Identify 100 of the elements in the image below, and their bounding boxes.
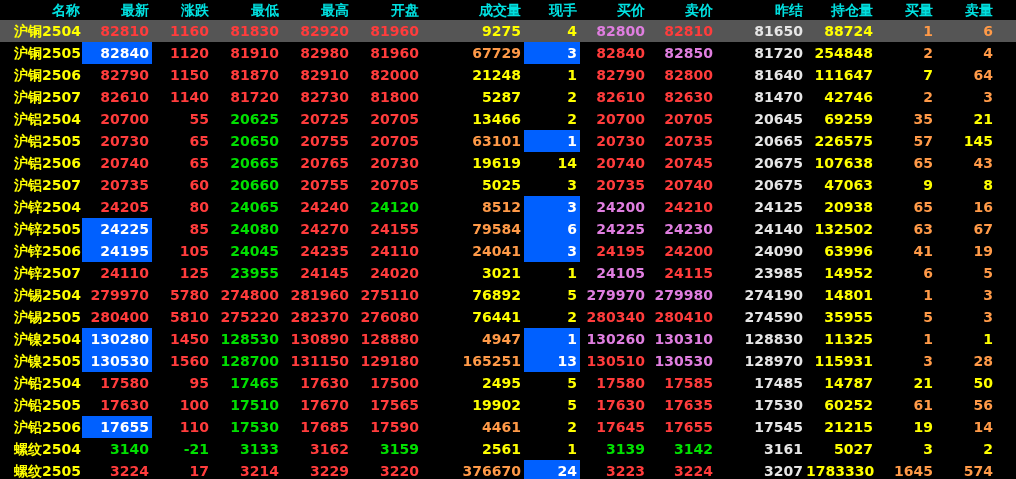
table-cell: 17485	[754, 375, 803, 391]
table-cell: 24080	[230, 221, 279, 237]
table-row[interactable]: 沪铝2504 20700 55 20625 20725 20705 13466 2 20700 20705 20645 69259 35 21	[0, 108, 1016, 130]
column-header[interactable]: 开盘	[352, 0, 422, 20]
table-cell: 14952	[824, 265, 873, 281]
table-row[interactable]: 沪锡2504 279970 5780 274800 281960 275110 76892 5 279970 279980 274190 14801 1 3	[0, 284, 1016, 306]
column-header[interactable]: 最高	[282, 0, 352, 20]
table-row[interactable]: 沪铜2506 82790 1150 81870 82910 82000 21248 1 82790 82800 81640 111647 7 64	[0, 64, 1016, 86]
table-cell: 1	[923, 23, 933, 39]
table-cell: 128880	[360, 331, 419, 347]
column-header[interactable]: 最新	[82, 0, 152, 20]
table-cell: 20650	[230, 133, 279, 149]
table-cell: 24195	[596, 243, 645, 259]
table-cell: 3	[923, 353, 933, 369]
table-cell: 24225	[596, 221, 645, 237]
table-row[interactable]: 沪镍2505 130530 1560 128700 131150 129180 165251 13 130510 130530 128970 115931 3 28	[0, 350, 1016, 372]
table-row[interactable]: 沪锌2504 24205 80 24065 24240 24120 8512 3 24200 24210 24125 20938 65 16	[0, 196, 1016, 218]
column-header[interactable]: 最低	[212, 0, 282, 20]
table-row[interactable]: 沪铝2506 20740 65 20665 20765 20730 19619 14 20740 20745 20675 107638 65 43	[0, 152, 1016, 174]
highlighted-cell: 280400	[90, 309, 149, 325]
highlighted-cell: 1	[567, 133, 577, 149]
table-row[interactable]: 螺纹2504 3140 -21 3133 3162 3159 2561 1 3139 3142 3161 5027 3 2	[0, 438, 1016, 460]
highlighted-cell: 3	[567, 45, 577, 61]
table-row[interactable]: 沪锌2507 24110 125 23955 24145 24020 3021 1 24105 24115 23985 14952 6 5	[0, 262, 1016, 284]
table-cell: 20730	[370, 155, 419, 171]
table-cell: 3159	[380, 441, 419, 457]
table-cell: 28	[973, 353, 993, 369]
table-cell: 105	[179, 243, 209, 259]
table-cell: 24110	[370, 243, 419, 259]
contract-name: 沪铝2505	[14, 133, 81, 149]
table-cell: 82800	[596, 23, 645, 39]
contract-name: 沪锌2506	[14, 243, 81, 259]
contract-name: 沪锌2505	[14, 221, 81, 237]
table-row[interactable]: 沪铜2505 82840 1120 81910 82980 81960 67729 3 82840 82850 81720 254848 2 4	[0, 42, 1016, 64]
table-cell: 3214	[240, 463, 279, 479]
table-row[interactable]: 沪铝2507 20735 60 20660 20755 20705 5025 3 20735 20740 20675 47063 9 8	[0, 174, 1016, 196]
table-cell: 24155	[370, 221, 419, 237]
column-header[interactable]: 买价	[580, 0, 648, 20]
table-cell: 9	[923, 177, 933, 193]
table-row[interactable]: 沪铅2504 17580 95 17465 17630 17500 2495 5 17580 17585 17485 14787 21 50	[0, 372, 1016, 394]
table-cell: 17465	[230, 375, 279, 391]
table-cell: 254848	[814, 45, 873, 61]
table-cell: 110	[179, 419, 209, 435]
table-cell: 82630	[664, 89, 713, 105]
column-header[interactable]: 买量	[876, 0, 936, 20]
highlighted-cell: 20735	[100, 177, 149, 193]
table-cell: 11325	[824, 331, 873, 347]
column-header[interactable]: 卖量	[936, 0, 996, 20]
table-row[interactable]: 沪锡2505 280400 5810 275220 282370 276080 76441 2 280340 280410 274590 35955 5 3	[0, 306, 1016, 328]
highlighted-cell: 6	[567, 221, 577, 237]
table-row[interactable]: 沪锌2505 24225 85 24080 24270 24155 79584 6 24225 24230 24140 132502 63 67	[0, 218, 1016, 240]
table-cell: 1120	[170, 45, 209, 61]
column-header[interactable]: 成交量	[422, 0, 524, 20]
table-cell: 21	[913, 375, 933, 391]
highlighted-cell: 3	[567, 199, 577, 215]
column-header[interactable]: 涨跌	[152, 0, 212, 20]
table-row[interactable]: 沪铅2505 17630 100 17510 17670 17565 19902 5 17630 17635 17530 60252 61 56	[0, 394, 1016, 416]
table-cell: 20705	[370, 177, 419, 193]
table-cell: 2	[923, 45, 933, 61]
table-cell: 65	[189, 155, 209, 171]
contract-name: 沪镍2505	[14, 353, 81, 369]
table-cell: 279970	[586, 287, 645, 303]
table-cell: 20765	[300, 155, 349, 171]
table-cell: 279980	[654, 287, 713, 303]
column-header[interactable]: 卖价	[648, 0, 716, 20]
column-header[interactable]: 持仓量	[806, 0, 876, 20]
table-row[interactable]: 沪镍2504 130280 1450 128530 130890 128880 4947 1 130260 130310 128830 11325 1 1	[0, 328, 1016, 350]
table-row[interactable]: 沪铝2505 20730 65 20650 20755 20705 63101 1 20730 20735 20665 226575 57 145	[0, 130, 1016, 152]
column-header[interactable]: 昨结	[716, 0, 806, 20]
highlighted-cell: 24110	[100, 265, 149, 281]
contract-name: 沪铜2505	[14, 45, 81, 61]
highlighted-cell: 130530	[90, 353, 149, 369]
highlighted-cell: 82790	[100, 67, 149, 83]
table-cell: 76892	[472, 287, 521, 303]
table-cell: 274590	[744, 309, 803, 325]
contract-name: 沪锌2507	[14, 265, 81, 281]
table-cell: 3133	[240, 441, 279, 457]
table-cell: 20730	[596, 133, 645, 149]
table-cell: 79584	[472, 221, 521, 237]
table-row[interactable]: 沪锌2506 24195 105 24045 24235 24110 24041 3 24195 24200 24090 63996 41 19	[0, 240, 1016, 262]
table-cell: 82910	[300, 67, 349, 83]
table-row[interactable]: 沪铜2504 82810 1160 81830 82920 81960 9275 4 82800 82810 81650 88724 1 6	[0, 20, 1016, 42]
table-cell: 20700	[596, 111, 645, 127]
table-row[interactable]: 沪铅2506 17655 110 17530 17685 17590 4461 2 17645 17655 17545 21215 19 14	[0, 416, 1016, 438]
table-cell: 24230	[664, 221, 713, 237]
highlighted-cell: 24	[557, 463, 577, 479]
table-cell: 3162	[310, 441, 349, 457]
table-cell: 81910	[230, 45, 279, 61]
table-row[interactable]: 沪铜2507 82610 1140 81720 82730 81800 5287 2 82610 82630 81470 42746 2 3	[0, 86, 1016, 108]
table-cell: 280340	[586, 309, 645, 325]
column-header[interactable]: 现手	[524, 0, 580, 20]
highlighted-cell: 20700	[100, 111, 149, 127]
table-cell: 60	[189, 177, 209, 193]
table-cell: 131150	[290, 353, 349, 369]
table-cell: 24140	[754, 221, 803, 237]
table-cell: 17585	[664, 375, 713, 391]
column-header[interactable]: 名称	[0, 0, 82, 20]
table-row[interactable]: 螺纹2505 3224 17 3214 3229 3220 376670 24 3223 3224 3207 1783330 1645 574	[0, 460, 1016, 479]
table-cell: 76441	[472, 309, 521, 325]
table-cell: 47063	[824, 177, 873, 193]
